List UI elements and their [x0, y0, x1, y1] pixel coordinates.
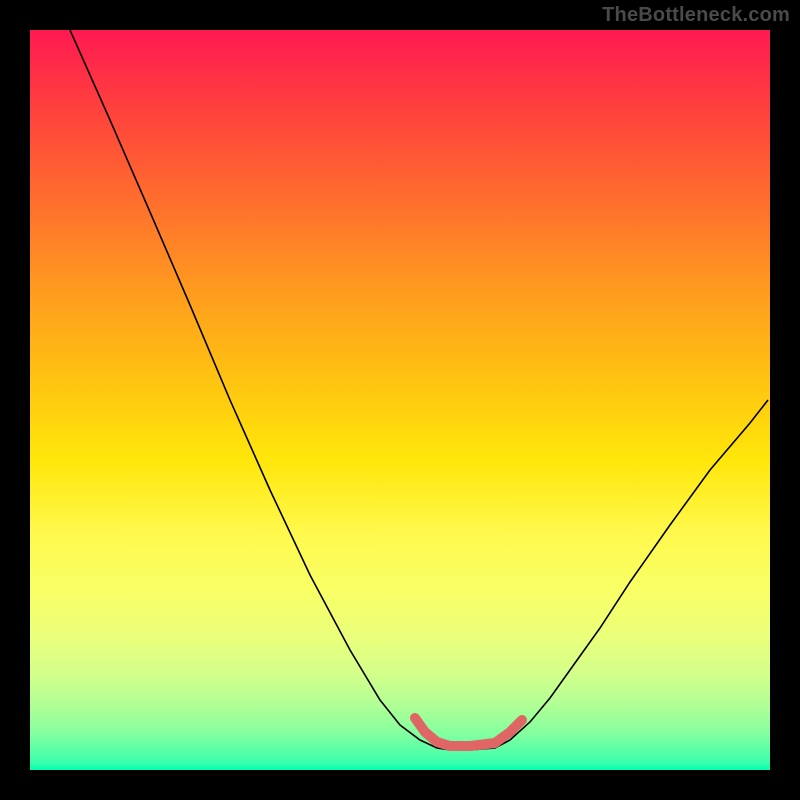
plot-area: [30, 30, 770, 770]
watermark-label: TheBottleneck.com: [602, 4, 790, 27]
chart-svg: [30, 30, 770, 770]
bottleneck-curve: [70, 30, 768, 750]
chart-frame: TheBottleneck.com: [0, 0, 800, 800]
